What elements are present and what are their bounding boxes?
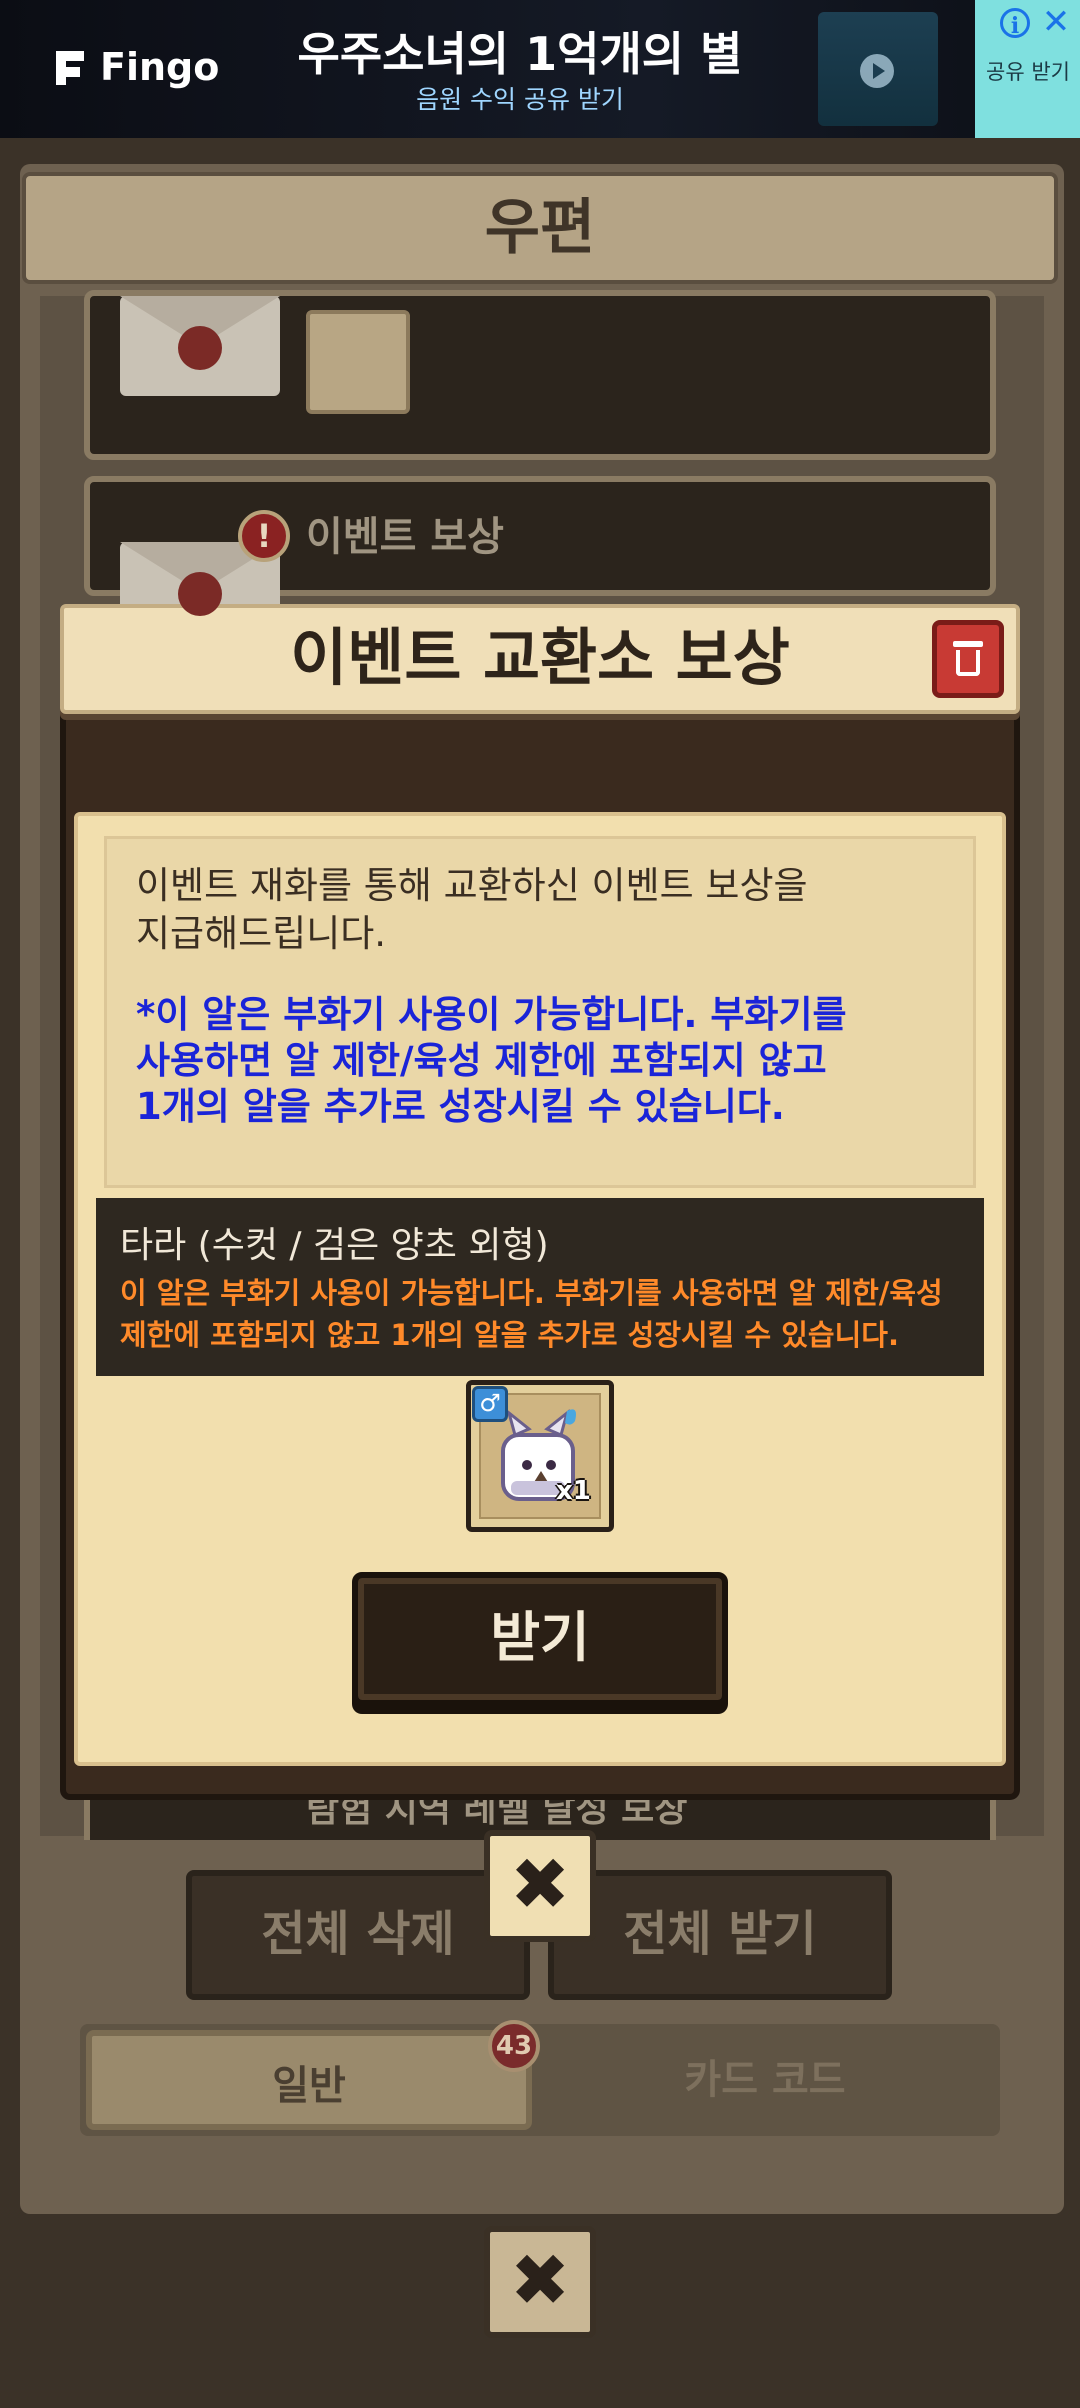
delete-all-button[interactable]: 전체 삭제 <box>186 1870 530 2000</box>
item-description-line: 이 알은 부화기 사용이 가능합니다. 부화기를 사용하면 알 제한/육성 <box>120 1276 943 1310</box>
popup-title-bar: 이벤트 교환소 보상 <box>60 604 1020 714</box>
reward-slot <box>306 310 410 414</box>
delete-button[interactable] <box>932 620 1004 698</box>
mailbox-title: 우편 <box>484 193 596 263</box>
item-description: 이 알은 부화기 사용이 가능합니다. 부화기를 사용하면 알 제한/육성 제한… <box>120 1272 960 1356</box>
item-description-line: 제한에 포함되지 않고 1개의 알을 추가로 성장시킬 수 있습니다. <box>120 1318 899 1352</box>
popup-note: *이 알은 부화기 사용이 가능합니다. 부화기를 사용하면 알 제한/육성 제… <box>136 992 956 1130</box>
play-icon <box>860 54 894 88</box>
mailbox-close-button[interactable]: ✖ <box>484 2226 596 2338</box>
popup-close-button[interactable]: ✖ <box>484 1830 596 1942</box>
note-line: 1개의 알을 추가로 성장시킬 수 있습니다. <box>136 1085 785 1128</box>
seal-icon <box>178 572 222 616</box>
ad-banner[interactable]: Fingo 우주소녀의 1억개의 별 음원 수익 공유 받기 i ✕ 공유 받기 <box>0 0 1080 138</box>
reward-quantity: x1 <box>556 1476 591 1506</box>
mail-item[interactable] <box>84 290 996 460</box>
note-line: *이 알은 부화기 사용이 가능합니다. 부화기를 <box>136 993 847 1036</box>
tab-normal[interactable]: 일반 <box>86 2030 532 2130</box>
receive-button[interactable]: 받기 <box>352 1572 728 1706</box>
popup-title: 이벤트 교환소 보상 <box>290 621 790 694</box>
ad-share-label: 공유 받기 <box>986 60 1070 84</box>
ad-brand-logo: Fingo <box>52 42 219 92</box>
note-line: 사용하면 알 제한/육성 제한에 포함되지 않고 <box>136 1039 827 1082</box>
ad-subtitle: 음원 수익 공유 받기 <box>416 85 624 114</box>
seal-icon <box>178 326 222 370</box>
close-icon[interactable]: ✕ <box>1040 4 1072 40</box>
fingo-logo-icon <box>52 47 88 87</box>
info-icon[interactable]: i <box>1000 8 1030 39</box>
mail-item-label: 이벤트 보상 <box>306 514 504 560</box>
male-gender-icon: ♂ <box>472 1386 508 1422</box>
trash-icon <box>953 641 983 647</box>
message-line: 지급해드립니다. <box>136 912 387 955</box>
trash-icon-body <box>956 650 980 676</box>
tab-card-code[interactable]: 카드 코드 <box>540 2030 990 2130</box>
receive-all-button[interactable]: 전체 받기 <box>548 1870 892 2000</box>
receive-button-label: 받기 <box>490 1606 590 1669</box>
alert-icon: ! <box>238 510 290 562</box>
ad-title: 우주소녀의 1억개의 별 <box>297 27 743 81</box>
envelope-icon <box>120 296 280 396</box>
mail-item[interactable]: ! 이벤트 보상 <box>84 476 996 642</box>
ad-thumbnail[interactable] <box>818 12 938 126</box>
unread-count-badge: 43 <box>488 2020 540 2072</box>
ad-brand-name: Fingo <box>100 45 220 89</box>
item-name: 타라 (수컷 / 검은 양초 외형) <box>120 1225 549 1266</box>
mailbox-header: 우편 <box>22 172 1058 284</box>
popup-message: 이벤트 재화를 통해 교환하신 이벤트 보상을 지급해드립니다. <box>136 862 956 958</box>
message-line: 이벤트 재화를 통해 교환하신 이벤트 보상을 <box>136 864 808 907</box>
